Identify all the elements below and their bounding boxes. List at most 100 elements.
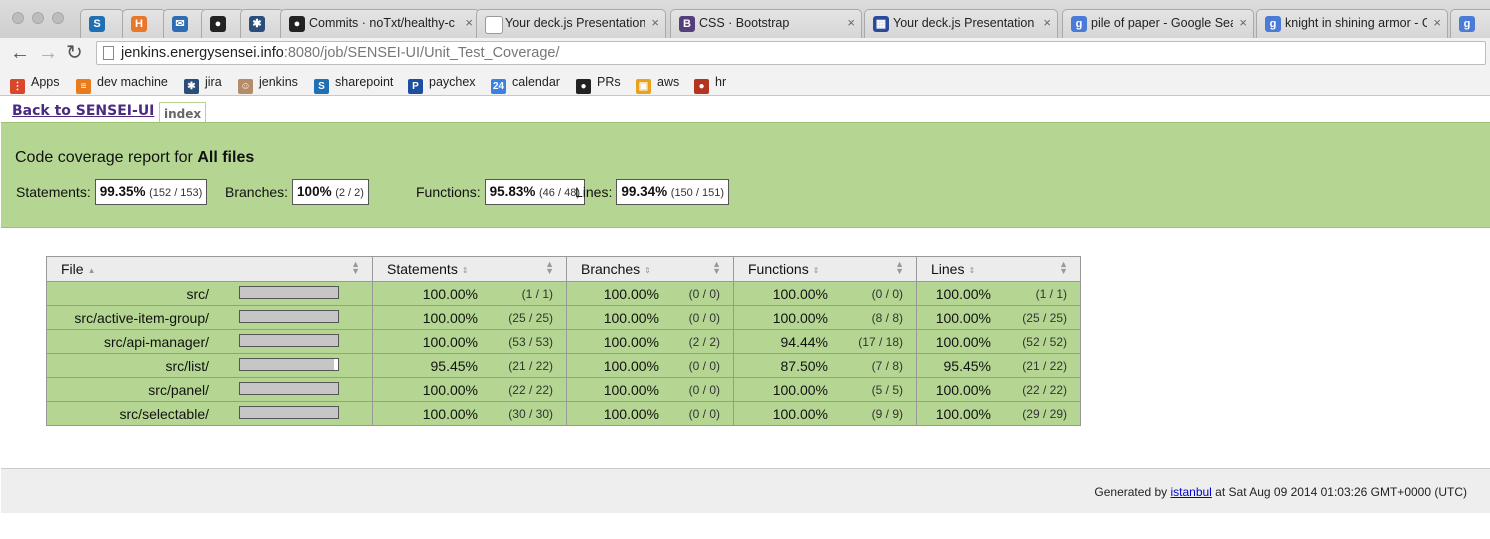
bookmark-label: jira bbox=[205, 75, 222, 89]
tab[interactable]: ● bbox=[201, 9, 245, 38]
bookmark-paychex[interactable]: Ppaychex bbox=[408, 74, 476, 94]
sharepoint-icon: S bbox=[89, 16, 105, 32]
reload-icon[interactable]: ↻ bbox=[66, 43, 83, 63]
browser-chrome: S H ✉ ● ✱ ● Commits · noTxt/healthy-c × Your dec… bbox=[0, 0, 1490, 96]
tab[interactable]: gco bbox=[1450, 9, 1490, 38]
bookmark-aws[interactable]: ▣ aws bbox=[636, 74, 680, 94]
tab[interactable]: ▦ Your deck.js Presentation × bbox=[864, 9, 1058, 38]
close-tab-icon[interactable]: × bbox=[847, 15, 855, 30]
bookmark-dev-machine[interactable]: ≡ dev machine bbox=[76, 74, 168, 94]
file-cell[interactable]: src/list/ bbox=[46, 353, 373, 378]
bookmark-jira[interactable]: ✱ jira bbox=[184, 74, 222, 94]
bookmark-jenkins[interactable]: ☺ jenkins bbox=[238, 74, 298, 94]
address-bar[interactable]: jenkins.energysensei.info:8080/job/SENSE… bbox=[96, 41, 1486, 65]
table-row: src/active-item-group/100.00% (25 / 25) 10… bbox=[46, 305, 1081, 330]
tab[interactable]: ✱ bbox=[240, 9, 284, 38]
column-header-functions[interactable]: Functions ⇕ ▲ ▼ bbox=[733, 256, 917, 282]
bookmark-sharepoint[interactable]: Ssharepoint bbox=[314, 74, 394, 94]
tab[interactable]: Your deck.js Presentation × bbox=[476, 9, 666, 38]
bookmark-apps[interactable]: ⋮ Apps bbox=[10, 74, 60, 94]
coverage-bar bbox=[239, 286, 339, 299]
metric-value: 99.34% (150 / 151) bbox=[616, 179, 729, 205]
back-arrow-icon[interactable]: ← bbox=[10, 43, 30, 63]
close-tab-icon[interactable]: × bbox=[651, 15, 659, 30]
metric-statements: Statements: 99.35% (152 / 153) bbox=[16, 179, 208, 205]
metric-value: 95.83% (46 / 48) bbox=[484, 179, 585, 205]
table-row: src/selectable/100.00% (30 / 30) 100.00% (0… bbox=[46, 401, 1081, 426]
branches-cell: 100.00% (2 / 2) bbox=[566, 329, 734, 354]
table-row: src/api-manager/100.00% (53 / 53) 100.00%(… bbox=[46, 329, 1081, 354]
coverage-bar bbox=[239, 334, 339, 347]
file-cell[interactable]: src/ bbox=[46, 281, 373, 306]
bookmark-prs[interactable]: ● PRs bbox=[576, 74, 621, 94]
branches-cell: 100.00% (0 / 0) bbox=[566, 281, 734, 306]
sharepoint-icon: S bbox=[314, 79, 329, 94]
tab[interactable]: B CSS · Bootstrap × bbox=[670, 9, 862, 38]
jenkins-icon: ✱ bbox=[249, 16, 265, 32]
lines-cell: 100.00% (25 / 25) bbox=[916, 305, 1081, 330]
metric-lines: Lines: 99.34% (150 / 151) bbox=[575, 179, 729, 205]
mail-icon: ✉ bbox=[172, 16, 188, 32]
bookmark-hr[interactable]: ● hr bbox=[694, 74, 727, 94]
minimize-window-button[interactable] bbox=[32, 12, 44, 24]
page-icon bbox=[103, 46, 114, 60]
report-title: Code coverage report for All files bbox=[15, 149, 255, 166]
file-name[interactable]: src/api-manager/ bbox=[104, 334, 209, 350]
forward-arrow-icon[interactable]: → bbox=[38, 43, 58, 63]
close-window-button[interactable] bbox=[12, 12, 24, 24]
column-header-statements[interactable]: Statements ⇕ ▲ ▼ bbox=[372, 256, 567, 282]
statements-cell: 100.00% (30 / 30) bbox=[372, 401, 567, 426]
file-cell[interactable]: src/active-item-group/ bbox=[46, 305, 373, 330]
metric-functions: Functions: 95.83% (46 / 48) bbox=[416, 179, 585, 205]
bookmark-label: dev machine bbox=[97, 75, 168, 89]
tab[interactable]: g pile of paper - Google Sear × bbox=[1062, 9, 1254, 38]
coverage-bar bbox=[239, 358, 339, 371]
table-row: src/panel/100.00% (22 / 22) 100.00% (0 / 0)… bbox=[46, 377, 1081, 402]
bookmark-calendar[interactable]: 24 calendar bbox=[491, 74, 560, 94]
tab-title: knight in shining armor - G bbox=[1285, 16, 1427, 30]
file-name[interactable]: src/selectable/ bbox=[120, 406, 209, 422]
back-to-sensei-link[interactable]: Back to SENSEI-UI bbox=[12, 103, 154, 119]
bookmark-label: PRs bbox=[597, 75, 621, 89]
sort-ascending-icon: ▲ bbox=[87, 266, 96, 275]
statements-cell: 100.00% (22 / 22) bbox=[372, 377, 567, 402]
file-cell[interactable]: src/api-manager/ bbox=[46, 329, 373, 354]
statements-cell: 100.00% (53 / 53) bbox=[372, 329, 567, 354]
coverage-bar bbox=[239, 382, 339, 395]
column-header-branches[interactable]: Branches ⇕ ▲ ▼ bbox=[566, 256, 734, 282]
tab-title: Commits · noTxt/healthy-c bbox=[309, 16, 455, 30]
metric-branches: Branches: 100% (2 / 2) bbox=[225, 179, 369, 205]
column-header-file[interactable]: File ▲ ▲ ▼ bbox=[46, 256, 373, 282]
page-content: Back to SENSEI-UI index Code coverage re… bbox=[0, 96, 1490, 539]
tab[interactable]: ● Commits · noTxt/healthy-c × bbox=[280, 9, 480, 38]
bookmark-label: aws bbox=[657, 75, 680, 89]
lines-cell: 100.00% (22 / 22) bbox=[916, 377, 1081, 402]
sort-icon: ⇕ bbox=[461, 266, 469, 275]
coverage-bar bbox=[239, 406, 339, 419]
tab[interactable]: H bbox=[122, 9, 166, 38]
zoom-window-button[interactable] bbox=[52, 12, 64, 24]
file-cell[interactable]: src/panel/ bbox=[46, 377, 373, 402]
file-name[interactable]: src/panel/ bbox=[148, 382, 209, 398]
close-tab-icon[interactable]: × bbox=[1239, 15, 1247, 30]
file-cell[interactable]: src/selectable/ bbox=[46, 401, 373, 426]
istanbul-link[interactable]: istanbul bbox=[1170, 485, 1211, 499]
functions-cell: 100.00% (0 / 0) bbox=[733, 281, 917, 306]
functions-cell: 87.50% (7 / 8) bbox=[733, 353, 917, 378]
bootstrap-icon: B bbox=[679, 16, 695, 32]
index-crumb[interactable]: index bbox=[159, 102, 207, 123]
file-name[interactable]: src/active-item-group/ bbox=[74, 310, 209, 326]
close-tab-icon[interactable]: × bbox=[465, 15, 473, 30]
file-name[interactable]: src/ bbox=[186, 286, 209, 302]
sort-icon: ▲ ▼ bbox=[895, 259, 904, 276]
close-tab-icon[interactable]: × bbox=[1433, 15, 1441, 30]
github-icon: ● bbox=[210, 16, 226, 32]
tab-title: Your deck.js Presentation bbox=[893, 16, 1035, 30]
tab[interactable]: S bbox=[80, 9, 124, 38]
close-tab-icon[interactable]: × bbox=[1043, 15, 1051, 30]
tab[interactable]: g knight in shining armor - G × bbox=[1256, 9, 1448, 38]
column-header-lines[interactable]: Lines ⇕ ▲ ▼ bbox=[916, 256, 1081, 282]
bookmark-label: sharepoint bbox=[335, 75, 394, 89]
bookmark-label: hr bbox=[715, 75, 727, 89]
file-name[interactable]: src/list/ bbox=[165, 358, 209, 374]
